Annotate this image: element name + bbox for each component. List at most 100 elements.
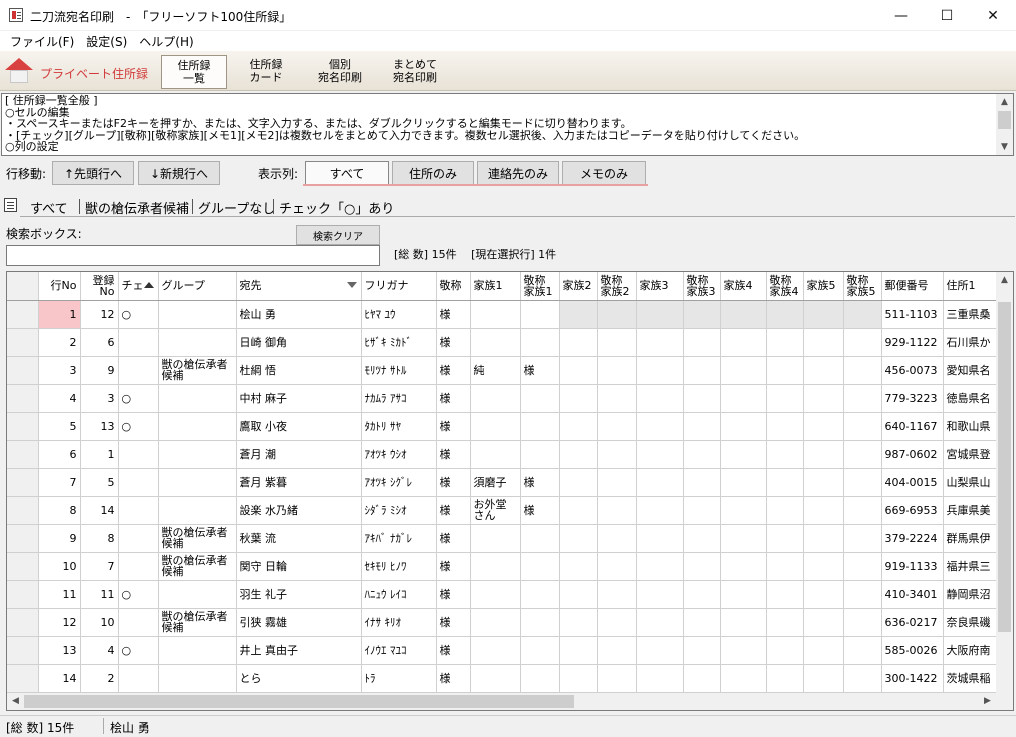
table-cell[interactable]: お外堂さん xyxy=(470,496,521,525)
menu-help[interactable]: ヘルプ(H) xyxy=(133,31,199,51)
table-cell[interactable] xyxy=(597,552,637,581)
table-cell[interactable]: ﾀｶﾄﾘ ｻﾔ xyxy=(361,412,437,441)
table-cell[interactable] xyxy=(803,412,844,441)
table-cell[interactable] xyxy=(520,412,560,441)
scroll-down-icon[interactable]: ▼ xyxy=(996,139,1013,155)
table-cell[interactable]: 愛知県名 xyxy=(943,356,1004,385)
table-row[interactable]: 4 3 ○ 中村 麻子 ﾅｶﾑﾗ ｱｻｺ様 779-3223 徳島県名 xyxy=(7,384,1004,413)
view-contact-button[interactable]: 連絡先のみ xyxy=(477,161,559,185)
column-header[interactable]: グループ xyxy=(158,272,237,301)
table-cell[interactable]: 中村 麻子 xyxy=(236,384,362,413)
table-cell[interactable] xyxy=(636,356,684,385)
scroll-left-icon[interactable]: ◀ xyxy=(7,693,24,709)
table-cell[interactable]: 静岡県沼 xyxy=(943,580,1004,609)
table-cell[interactable] xyxy=(803,524,844,553)
table-row[interactable]: 1 12 ○ 桧山 勇ﾋﾔﾏ ﾕｳ様 511-1103 三重県桑 xyxy=(7,300,1004,329)
table-cell[interactable] xyxy=(720,608,767,637)
table-cell[interactable] xyxy=(683,636,721,665)
table-cell[interactable]: 5 xyxy=(38,412,81,441)
table-cell[interactable]: 379-2224 xyxy=(881,524,944,553)
table-cell[interactable]: 三重県桑 xyxy=(943,300,1004,329)
table-row[interactable]: 11 11 ○ 羽生 礼子 ﾊﾆｭｳ ﾚｲｺ様 410-3401 静岡県沼 xyxy=(7,580,1004,609)
column-header[interactable]: 家族3 xyxy=(636,272,684,301)
table-cell[interactable] xyxy=(597,580,637,609)
table-cell[interactable] xyxy=(683,580,721,609)
tab-no-group[interactable]: グループなし xyxy=(198,198,275,217)
table-cell[interactable]: 須磨子 xyxy=(470,468,521,497)
table-cell[interactable] xyxy=(520,300,560,329)
table-cell[interactable]: 様 xyxy=(436,524,471,553)
table-row[interactable]: 9 8 獣の槍伝承者候補 秋葉 流ｱｷﾊﾞ ﾅｶﾞﾚ様 379-2224 群馬県伊 xyxy=(7,524,1004,553)
table-cell[interactable]: 蒼月 潮 xyxy=(236,440,362,469)
table-row[interactable]: 14 2 とら ﾄﾗ様 300-1422 茨城県稲 xyxy=(7,664,1004,693)
table-cell[interactable]: 様 xyxy=(520,496,560,525)
table-cell[interactable]: 3 xyxy=(38,356,81,385)
table-cell[interactable] xyxy=(803,440,844,469)
sort-descending-icon[interactable] xyxy=(346,282,357,288)
table-cell[interactable] xyxy=(803,384,844,413)
table-cell[interactable]: 929-1122 xyxy=(881,328,944,357)
row-header[interactable] xyxy=(7,496,39,525)
tab-single-print[interactable]: 個別 宛名印刷 xyxy=(307,55,373,89)
sort-ascending-icon[interactable] xyxy=(143,282,154,288)
table-cell[interactable] xyxy=(559,636,598,665)
table-row[interactable]: 12 10 獣の槍伝承者候補 引狭 霧雄 ｲﾅｻ ｷﾘｵ様 636-0217 奈良県磯 xyxy=(7,608,1004,637)
table-cell[interactable]: ﾊﾆｭｳ ﾚｲｺ xyxy=(361,580,437,609)
table-cell[interactable]: 1 xyxy=(38,300,81,329)
table-cell[interactable] xyxy=(803,636,844,665)
scroll-thumb[interactable] xyxy=(998,111,1011,129)
table-cell[interactable]: ｼﾀﾞﾗ ﾐｼｵ xyxy=(361,496,437,525)
tab-all[interactable]: すべて xyxy=(30,198,68,217)
table-cell[interactable] xyxy=(520,384,560,413)
table-cell[interactable]: ﾋｻﾞｷ ﾐｶﾄﾞ xyxy=(361,328,437,357)
table-cell[interactable]: 獣の槍伝承者候補 xyxy=(158,552,237,581)
table-cell[interactable]: 6 xyxy=(80,328,119,357)
table-cell[interactable] xyxy=(720,356,767,385)
table-cell[interactable] xyxy=(683,328,721,357)
table-cell[interactable] xyxy=(766,384,804,413)
table-cell[interactable]: 鷹取 小夜 xyxy=(236,412,362,441)
table-cell[interactable]: 300-1422 xyxy=(881,664,944,693)
row-header[interactable] xyxy=(7,636,39,665)
table-cell[interactable] xyxy=(470,384,521,413)
table-cell[interactable] xyxy=(520,552,560,581)
table-cell[interactable] xyxy=(636,580,684,609)
table-cell[interactable]: 関守 日輪 xyxy=(236,552,362,581)
table-cell[interactable]: 獣の槍伝承者候補 xyxy=(158,524,237,553)
table-cell[interactable]: 585-0026 xyxy=(881,636,944,665)
table-cell[interactable]: 桧山 勇 xyxy=(236,300,362,329)
table-cell[interactable] xyxy=(118,328,159,357)
table-cell[interactable] xyxy=(559,496,598,525)
scroll-up-icon[interactable]: ▲ xyxy=(996,94,1013,110)
row-header[interactable] xyxy=(7,356,39,385)
table-cell[interactable]: 獣の槍伝承者候補 xyxy=(158,608,237,637)
table-cell[interactable] xyxy=(720,664,767,693)
menu-file[interactable]: ファイル(F) xyxy=(4,31,80,51)
table-cell[interactable] xyxy=(597,440,637,469)
column-header[interactable]: チェ xyxy=(118,272,159,301)
table-cell[interactable] xyxy=(843,580,882,609)
table-cell[interactable] xyxy=(559,580,598,609)
column-header[interactable]: 家族1 xyxy=(470,272,521,301)
row-header[interactable] xyxy=(7,580,39,609)
table-cell[interactable]: 石川県か xyxy=(943,328,1004,357)
table-cell[interactable] xyxy=(470,440,521,469)
table-cell[interactable] xyxy=(720,468,767,497)
row-header[interactable] xyxy=(7,552,39,581)
table-cell[interactable] xyxy=(158,496,237,525)
scroll-up-icon[interactable]: ▲ xyxy=(996,272,1013,288)
table-cell[interactable]: 秋葉 流 xyxy=(236,524,362,553)
help-scrollbar[interactable]: ▲ ▼ xyxy=(996,94,1013,155)
table-cell[interactable] xyxy=(559,384,598,413)
table-cell[interactable] xyxy=(683,524,721,553)
table-cell[interactable]: 14 xyxy=(80,496,119,525)
table-cell[interactable] xyxy=(470,328,521,357)
table-cell[interactable] xyxy=(597,356,637,385)
table-cell[interactable] xyxy=(597,524,637,553)
table-cell[interactable]: 456-0073 xyxy=(881,356,944,385)
table-cell[interactable] xyxy=(803,580,844,609)
table-cell[interactable]: 蒼月 紫暮 xyxy=(236,468,362,497)
table-cell[interactable]: ○ xyxy=(118,636,159,665)
tab-group-candidates[interactable]: 獣の槍伝承者候補 xyxy=(85,198,189,217)
table-cell[interactable]: 8 xyxy=(38,496,81,525)
